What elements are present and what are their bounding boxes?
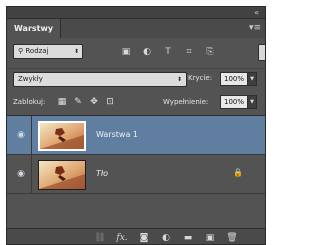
layer-thumbnail[interactable] xyxy=(38,160,86,190)
delete-icon[interactable]: 🗑 xyxy=(226,232,238,244)
link-layers-icon[interactable]: ⛓ xyxy=(94,232,106,244)
updown-icon: ⬍ xyxy=(176,76,182,83)
type-filter-icon[interactable]: T xyxy=(163,47,173,57)
add-mask-icon[interactable]: ◙ xyxy=(138,232,150,244)
panel-title-bar[interactable]: « xyxy=(7,7,265,19)
filter-kind-label: Rodzaj xyxy=(25,47,49,55)
opacity-label: Krycie: xyxy=(188,74,213,82)
fill-label: Wypełnienie: xyxy=(163,98,209,106)
panel-menu-icon[interactable]: ▾≡ xyxy=(248,21,262,35)
new-adjustment-icon[interactable]: ◐ xyxy=(160,232,172,244)
layer-name[interactable]: Warstwa 1 xyxy=(96,130,138,139)
thumbnail-image xyxy=(40,123,84,149)
collapse-panel-icon[interactable]: « xyxy=(254,7,259,18)
opacity-dropdown-button[interactable]: ▼ xyxy=(247,72,257,86)
lock-icon: 🔒 xyxy=(233,168,243,177)
layers-panel: « Warstwy ▾≡ ⚲ Rodzaj ⬍ ▣ ◐ T ⌗ ⎘ Zwykły… xyxy=(6,6,266,245)
blend-mode-select[interactable]: Zwykły ⬍ xyxy=(13,72,187,87)
new-group-icon[interactable]: ▬ xyxy=(182,232,194,244)
lock-transparency-icon[interactable]: ▦ xyxy=(57,97,67,107)
blend-row: Zwykły ⬍ Krycie: 100% ▼ xyxy=(7,68,265,91)
layer-thumbnail[interactable] xyxy=(38,121,86,151)
lock-row: Zablokuj: ▦ ✎ ✥ ⊡ Wypełnienie: 100% ▼ xyxy=(7,93,265,114)
adjustment-filter-icon[interactable]: ◐ xyxy=(142,47,152,57)
filter-kind-select[interactable]: ⚲ Rodzaj ⬍ xyxy=(13,44,83,59)
filter-toggle[interactable] xyxy=(258,44,265,61)
visibility-cell[interactable]: ◉ xyxy=(7,116,32,154)
fill-dropdown-button[interactable]: ▼ xyxy=(247,95,257,109)
lock-label: Zablokuj: xyxy=(13,98,46,106)
panel-tab-row: Warstwy ▾≡ xyxy=(7,19,265,38)
updown-icon: ⬍ xyxy=(73,48,79,55)
layer-name[interactable]: Tło xyxy=(96,169,108,178)
blend-mode-value: Zwykły xyxy=(18,75,43,83)
filter-row: ⚲ Rodzaj ⬍ ▣ ◐ T ⌗ ⎘ xyxy=(7,41,265,65)
opacity-field[interactable]: 100% xyxy=(220,72,247,86)
smart-object-filter-icon[interactable]: ⎘ xyxy=(205,47,215,57)
pixel-filter-icon[interactable]: ▣ xyxy=(121,47,131,57)
tab-layers[interactable]: Warstwy xyxy=(7,19,62,38)
lock-position-icon[interactable]: ✥ xyxy=(89,97,99,107)
fill-field[interactable]: 100% xyxy=(220,95,247,109)
fx-icon[interactable]: fx. xyxy=(116,232,128,244)
visibility-cell[interactable]: ◉ xyxy=(7,155,32,193)
shape-filter-icon[interactable]: ⌗ xyxy=(184,47,194,57)
eye-icon[interactable]: ◉ xyxy=(15,169,27,179)
layer-row-tlo[interactable]: ◉ Tło 🔒 xyxy=(7,155,265,194)
layers-list: ◉ Warstwa 1 ◉ Tło 🔒 xyxy=(7,115,265,228)
lock-pixels-icon[interactable]: ✎ xyxy=(73,97,83,107)
thumbnail-image xyxy=(39,161,85,189)
lock-all-icon[interactable]: ⊡ xyxy=(105,97,115,107)
layer-row-warstwa-1[interactable]: ◉ Warstwa 1 xyxy=(7,116,265,155)
eye-icon[interactable]: ◉ xyxy=(15,130,27,140)
panel-bottom-bar: ⛓ fx. ◙ ◐ ▬ ▣ 🗑 xyxy=(7,228,265,244)
new-layer-icon[interactable]: ▣ xyxy=(204,232,216,244)
